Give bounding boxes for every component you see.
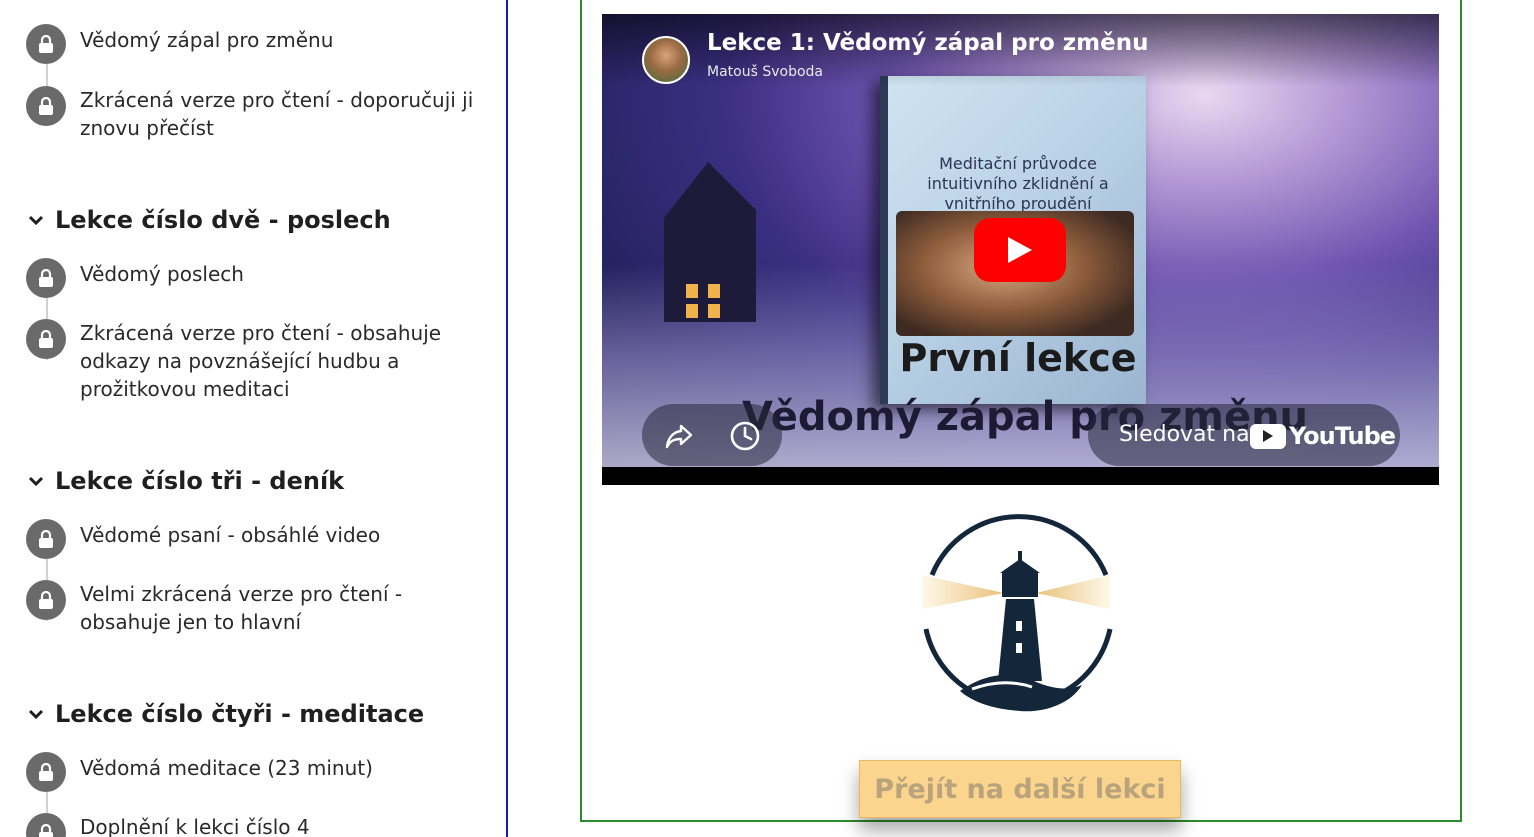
lesson-label: Vědomá meditace (23 minut)	[80, 756, 373, 780]
section-header[interactable]: Lekce číslo čtyři - meditace	[26, 700, 424, 728]
channel-avatar[interactable]	[642, 36, 690, 84]
video-title[interactable]: Lekce 1: Vědomý zápal pro změnu	[707, 30, 1148, 56]
lock-icon	[26, 752, 66, 792]
lock-icon	[26, 580, 66, 620]
lesson-label: Vědomé psaní - obsáhlé video	[80, 523, 381, 547]
section-header[interactable]: Lekce číslo tři - deník	[26, 467, 344, 495]
lock-icon	[26, 258, 66, 298]
thumbnail-window	[686, 304, 698, 318]
youtube-embed[interactable]: Meditační průvodce intuitivního zklidněn…	[602, 14, 1439, 485]
section-title: Lekce číslo tři - deník	[55, 467, 345, 495]
lesson-label: Zkrácená verze pro čtení - obsahuje odka…	[80, 321, 442, 401]
chevron-down-icon	[28, 476, 44, 487]
play-icon	[1008, 237, 1032, 263]
video-controls-left	[642, 404, 782, 466]
watch-on-label[interactable]: Sledovat na	[1119, 422, 1250, 447]
book-subtitle: Meditační průvodce intuitivního zklidněn…	[927, 154, 1109, 213]
share-icon[interactable]	[664, 422, 694, 450]
thumbnail-window	[708, 284, 720, 298]
channel-name[interactable]: Matouš Svoboda	[707, 64, 823, 80]
lesson-label: Zkrácená verze pro čtení - doporučuji ji…	[80, 88, 474, 140]
section-title: Lekce číslo čtyři - meditace	[55, 700, 425, 728]
chevron-down-icon	[28, 215, 44, 226]
next-lesson-button[interactable]: Přejít na další lekci	[859, 760, 1181, 818]
lighthouse-logo	[922, 514, 1113, 712]
lock-icon	[26, 319, 66, 359]
thumbnail-window	[686, 284, 698, 298]
lock-icon	[26, 86, 66, 126]
youtube-wordmark: YouTube	[1289, 422, 1396, 450]
thumbnail-window	[708, 304, 720, 318]
lock-icon	[26, 813, 66, 837]
youtube-play-icon	[1250, 423, 1286, 449]
section-header[interactable]: Lekce číslo dvě - poslech	[26, 206, 391, 234]
lesson-label: Doplnění k lekci číslo 4	[80, 815, 310, 837]
book-title: První lekce	[899, 336, 1137, 380]
play-button[interactable]	[974, 218, 1066, 282]
course-sidebar: Vědomý zápal pro změnu Zkrácená verze pr…	[0, 0, 508, 837]
clock-icon[interactable]	[729, 420, 761, 452]
lock-icon	[26, 519, 66, 559]
section-title: Lekce číslo dvě - poslech	[55, 206, 391, 234]
lesson-label: Vědomý poslech	[80, 262, 244, 286]
youtube-logo[interactable]: YouTube	[1250, 422, 1396, 450]
lock-icon	[26, 24, 66, 64]
lesson-label: Vědomý zápal pro změnu	[80, 28, 334, 52]
lesson-label: Velmi zkrácená verze pro čtení - obsahuj…	[80, 582, 403, 634]
chevron-down-icon	[28, 709, 44, 720]
